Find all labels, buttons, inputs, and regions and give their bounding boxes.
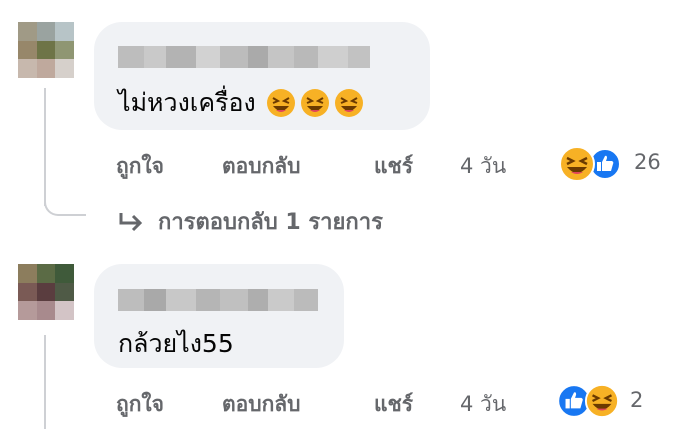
avatar-pixel — [55, 264, 74, 283]
name-blur-block — [196, 46, 220, 68]
name-blur-block — [294, 289, 318, 311]
reply-arrow-icon — [119, 212, 143, 231]
avatar-pixel — [55, 40, 74, 60]
avatar-pixel — [18, 40, 37, 60]
name-blur-block — [118, 46, 144, 68]
avatar-pixel — [36, 301, 56, 320]
name-blur-block — [144, 289, 166, 311]
reaction-count[interactable]: 26 — [634, 150, 661, 174]
name-blur-block — [248, 46, 268, 68]
avatar-pixel — [36, 40, 56, 60]
thread-line — [44, 335, 46, 429]
avatar-pixel — [36, 22, 56, 41]
avatar-pixel — [36, 264, 56, 283]
comment-text-content: ไม่หวงเครื่อง — [118, 88, 256, 117]
haha-reaction-icon — [559, 146, 595, 182]
name-blur-block — [166, 289, 196, 311]
name-blur-block — [118, 289, 144, 311]
name-blur-block — [294, 46, 318, 68]
avatar-pixel — [18, 264, 37, 283]
name-blur-block — [318, 46, 348, 68]
name-blur-block — [220, 289, 248, 311]
emoji-group — [266, 88, 364, 118]
avatar-pixel — [18, 59, 37, 78]
avatar-pixel — [18, 22, 37, 41]
share-action[interactable]: แชร์ — [374, 388, 413, 421]
comment-time[interactable]: 4 วัน — [460, 150, 506, 183]
grinning-squinting-face-icon — [334, 89, 363, 117]
commenter-avatar[interactable] — [18, 22, 74, 78]
reaction-summary[interactable] — [558, 145, 622, 183]
share-action[interactable]: แชร์ — [374, 150, 413, 183]
view-replies-link[interactable]: การตอบกลับ 1 รายการ — [118, 204, 383, 239]
like-action[interactable]: ถูกใจ — [116, 150, 164, 183]
comment-time[interactable]: 4 วัน — [460, 388, 506, 421]
grinning-squinting-face-icon — [300, 89, 329, 117]
reply-action[interactable]: ตอบกลับ — [222, 150, 301, 183]
comment-text: ไม่หวงเครื่อง — [118, 83, 364, 123]
view-replies-label: การตอบกลับ 1 รายการ — [158, 210, 383, 235]
name-blur-block — [144, 46, 166, 68]
avatar-pixel — [18, 282, 37, 302]
name-blur-block — [268, 46, 294, 68]
reaction-count[interactable]: 2 — [630, 388, 643, 412]
thread-line-curve — [44, 188, 86, 216]
commenter-name[interactable] — [118, 289, 318, 311]
name-blur-block — [220, 46, 248, 68]
comment-text: กล้วยไง55 — [118, 329, 234, 358]
name-blur-block — [268, 289, 294, 311]
avatar-pixel — [55, 22, 74, 41]
avatar-pixel — [36, 282, 56, 302]
avatar-pixel — [55, 282, 74, 302]
commenter-avatar[interactable] — [18, 264, 74, 320]
name-blur-block — [196, 289, 220, 311]
grinning-squinting-face-icon — [266, 89, 295, 117]
name-blur-block — [248, 289, 268, 311]
haha-reaction-icon — [584, 383, 620, 419]
avatar-pixel — [36, 59, 56, 78]
commenter-name[interactable] — [118, 46, 370, 68]
avatar-pixel — [18, 301, 37, 320]
name-blur-block — [166, 46, 196, 68]
avatar-pixel — [55, 59, 74, 78]
like-action[interactable]: ถูกใจ — [116, 388, 164, 421]
avatar-pixel — [55, 301, 74, 320]
reply-action[interactable]: ตอบกลับ — [222, 388, 301, 421]
reaction-summary[interactable] — [556, 383, 620, 419]
name-blur-block — [348, 46, 370, 68]
